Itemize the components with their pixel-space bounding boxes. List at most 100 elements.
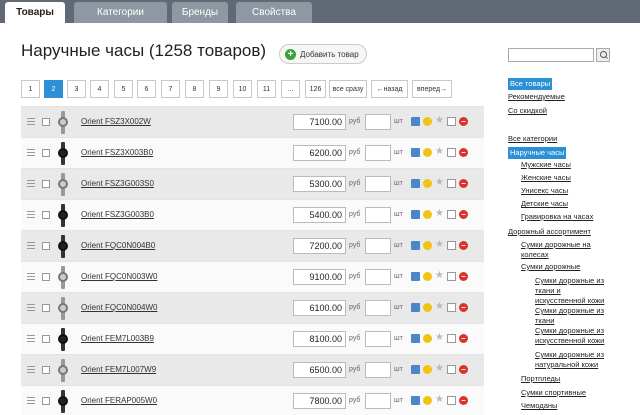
delete-icon[interactable]: – — [459, 210, 468, 219]
bulb-icon[interactable] — [423, 210, 432, 219]
bulb-icon[interactable] — [423, 241, 432, 250]
copy-icon[interactable] — [447, 241, 456, 250]
add-product-button[interactable]: + Добавить товар — [279, 44, 367, 64]
row-checkbox[interactable] — [42, 335, 50, 343]
price-input[interactable]: 5300.00 — [293, 176, 346, 192]
copy-icon[interactable] — [447, 272, 456, 281]
star-icon[interactable]: ★ — [435, 116, 444, 126]
page-button-13[interactable]: 126 — [305, 80, 326, 98]
filter-link-2[interactable]: Рекомендуемые — [508, 92, 565, 102]
star-icon[interactable]: ★ — [435, 271, 444, 281]
page-button-1[interactable]: 1 — [21, 80, 40, 98]
row-checkbox[interactable] — [42, 304, 50, 312]
drag-handle-icon[interactable] — [27, 211, 35, 218]
copy-icon[interactable] — [447, 117, 456, 126]
product-name-link[interactable]: Orient FQC0N004W0 — [81, 303, 157, 312]
price-input[interactable]: 8100.00 — [293, 331, 346, 347]
drag-handle-icon[interactable] — [27, 366, 35, 373]
delete-icon[interactable]: – — [459, 148, 468, 157]
quantity-input[interactable] — [365, 207, 391, 223]
copy-icon[interactable] — [447, 303, 456, 312]
product-name-link[interactable]: Orient FQC0N003W0 — [81, 272, 157, 281]
star-icon[interactable]: ★ — [435, 147, 444, 157]
drag-handle-icon[interactable] — [27, 304, 35, 311]
delete-icon[interactable]: – — [459, 303, 468, 312]
row-checkbox[interactable] — [42, 242, 50, 250]
category-link-1[interactable]: Все категории — [508, 134, 557, 144]
row-checkbox[interactable] — [42, 118, 50, 126]
price-input[interactable]: 7200.00 — [293, 238, 346, 254]
delete-icon[interactable]: – — [459, 179, 468, 188]
product-name-link[interactable]: Orient FSZ3G003B0 — [81, 210, 154, 219]
price-input[interactable]: 7100.00 — [293, 114, 346, 130]
copy-icon[interactable] — [447, 148, 456, 157]
star-icon[interactable]: ★ — [435, 178, 444, 188]
copy-icon[interactable] — [447, 334, 456, 343]
quantity-input[interactable] — [365, 269, 391, 285]
tab-categories[interactable]: Категории — [74, 2, 167, 23]
star-icon[interactable]: ★ — [435, 333, 444, 343]
document-icon[interactable] — [411, 303, 420, 312]
page-button-4[interactable]: 4 — [90, 80, 109, 98]
category-link-14[interactable]: Сумки дорожные из натуральной кожи — [535, 350, 611, 370]
delete-icon[interactable]: – — [459, 396, 468, 405]
drag-handle-icon[interactable] — [27, 397, 35, 404]
page-button-12[interactable]: ... — [281, 80, 300, 98]
page-all-button[interactable]: все сразу — [329, 80, 367, 98]
star-icon[interactable]: ★ — [435, 209, 444, 219]
bulb-icon[interactable] — [423, 396, 432, 405]
product-name-link[interactable]: Orient FEM7L003B9 — [81, 334, 154, 343]
star-icon[interactable]: ★ — [435, 240, 444, 250]
tab-brands[interactable]: Бренды — [172, 2, 228, 23]
product-name-link[interactable]: Orient FSZ3G003S0 — [81, 179, 154, 188]
category-link-12[interactable]: Сумки дорожные из ткани — [535, 306, 611, 326]
drag-handle-icon[interactable] — [27, 149, 35, 156]
row-checkbox[interactable] — [42, 366, 50, 374]
category-link-10[interactable]: Сумки дорожные — [521, 262, 617, 272]
search-icon[interactable] — [596, 48, 610, 62]
delete-icon[interactable]: – — [459, 117, 468, 126]
page-button-7[interactable]: 7 — [161, 80, 180, 98]
bulb-icon[interactable] — [423, 117, 432, 126]
category-link-8[interactable]: Дорожный ассортимент — [508, 227, 591, 237]
page-prev-button[interactable]: ←назад — [371, 80, 408, 98]
document-icon[interactable] — [411, 179, 420, 188]
copy-icon[interactable] — [447, 179, 456, 188]
document-icon[interactable] — [411, 365, 420, 374]
bulb-icon[interactable] — [423, 179, 432, 188]
quantity-input[interactable] — [365, 393, 391, 409]
page-button-5[interactable]: 5 — [114, 80, 133, 98]
category-link-13[interactable]: Сумки дорожные из искусственной кожи — [535, 326, 611, 346]
category-link-4[interactable]: Женские часы — [521, 173, 617, 183]
document-icon[interactable] — [411, 117, 420, 126]
bulb-icon[interactable] — [423, 334, 432, 343]
price-input[interactable]: 6500.00 — [293, 362, 346, 378]
copy-icon[interactable] — [447, 365, 456, 374]
delete-icon[interactable]: – — [459, 272, 468, 281]
tab-products[interactable]: Товары — [5, 2, 65, 23]
drag-handle-icon[interactable] — [27, 273, 35, 280]
document-icon[interactable] — [411, 334, 420, 343]
page-button-8[interactable]: 8 — [185, 80, 204, 98]
category-link-15[interactable]: Портпледы — [521, 374, 617, 384]
quantity-input[interactable] — [365, 362, 391, 378]
product-name-link[interactable]: Orient FSZ3X003B0 — [81, 148, 153, 157]
bulb-icon[interactable] — [423, 148, 432, 157]
filter-link-1[interactable]: Все товары — [508, 78, 553, 90]
category-link-3[interactable]: Мужские часы — [521, 160, 617, 170]
tab-properties[interactable]: Свойства — [236, 2, 312, 23]
category-link-17[interactable]: Чемоданы — [521, 401, 617, 411]
page-button-3[interactable]: 3 — [67, 80, 86, 98]
product-name-link[interactable]: Orient FQC0N004B0 — [81, 241, 155, 250]
drag-handle-icon[interactable] — [27, 180, 35, 187]
page-next-button[interactable]: вперед→ — [412, 80, 452, 98]
page-button-10[interactable]: 10 — [233, 80, 252, 98]
page-button-2[interactable]: 2 — [44, 80, 63, 98]
drag-handle-icon[interactable] — [27, 335, 35, 342]
delete-icon[interactable]: – — [459, 241, 468, 250]
document-icon[interactable] — [411, 148, 420, 157]
quantity-input[interactable] — [365, 238, 391, 254]
row-checkbox[interactable] — [42, 397, 50, 405]
price-input[interactable]: 5400.00 — [293, 207, 346, 223]
document-icon[interactable] — [411, 272, 420, 281]
